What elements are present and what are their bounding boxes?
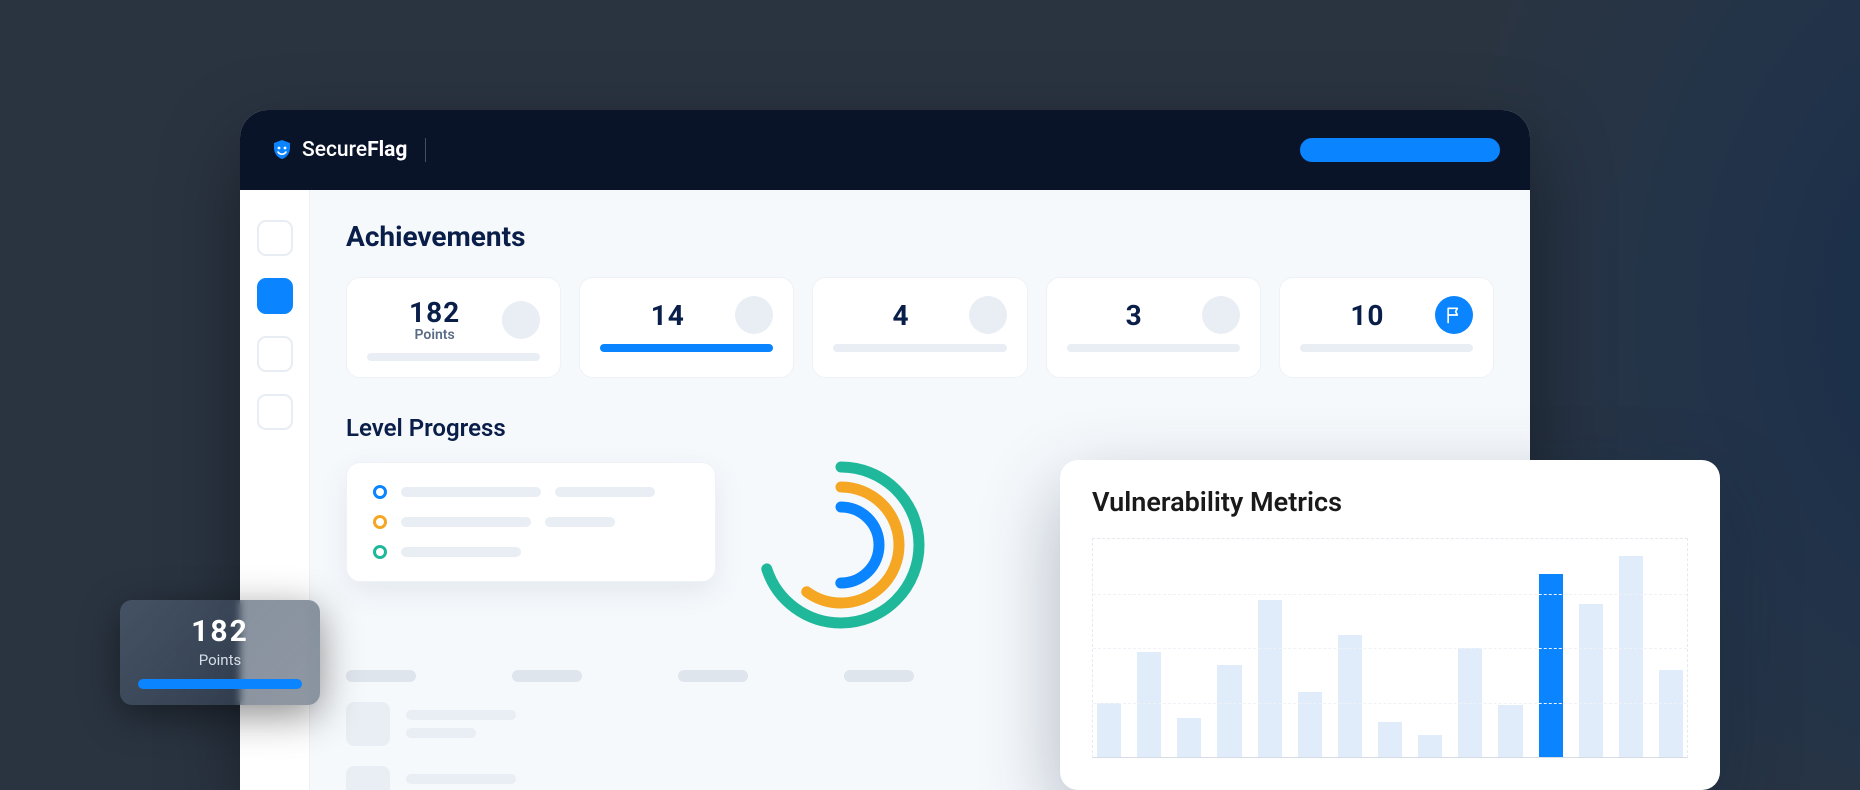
stat-icon-placeholder [1202, 296, 1240, 334]
level-progress-title: Level Progress [346, 414, 1494, 442]
stat-progress [367, 353, 540, 361]
achievements-title: Achievements [346, 220, 1494, 253]
legend-text-placeholder [401, 487, 541, 497]
legend-text-placeholder [555, 487, 655, 497]
chart-bar[interactable] [1498, 705, 1522, 757]
stat-value: 182 [367, 296, 502, 329]
table-head-cell [678, 670, 748, 682]
stat-value: 10 [1300, 299, 1435, 332]
legend-item-2 [373, 515, 689, 529]
chart-bar[interactable] [1579, 604, 1603, 757]
row-text-placeholder [406, 710, 516, 720]
legend-dot-blue [373, 485, 387, 499]
header-action-button[interactable] [1300, 138, 1500, 162]
vulnerability-title: Vulnerability Metrics [1092, 486, 1688, 518]
stat-card-4[interactable]: 3 [1046, 277, 1261, 378]
sidebar-item-4[interactable] [257, 394, 293, 430]
stat-card-points[interactable]: 182 Points [346, 277, 561, 378]
chart-bar[interactable] [1097, 703, 1121, 758]
table-head-cell [844, 670, 914, 682]
stat-value: 14 [600, 299, 735, 332]
floating-points-label: Points [138, 651, 302, 669]
chart-bar[interactable] [1137, 652, 1161, 757]
chart-gridline [1093, 594, 1687, 595]
floating-points-value: 182 [138, 614, 302, 649]
stat-card-5[interactable]: 10 [1279, 277, 1494, 378]
stat-progress [833, 344, 1006, 352]
stat-progress [600, 344, 773, 352]
header-divider [425, 138, 426, 162]
legend-dot-orange [373, 515, 387, 529]
floating-points-card: 182 Points [120, 600, 320, 705]
vulnerability-metrics-card: Vulnerability Metrics [1060, 460, 1720, 790]
shield-icon [270, 138, 294, 162]
stat-icon-placeholder [502, 301, 540, 339]
row-thumbnail [346, 766, 390, 790]
brand-suffix: Flag [367, 138, 407, 162]
row-text-placeholder [406, 728, 476, 738]
legend-text-placeholder [401, 547, 521, 557]
chart-bar[interactable] [1258, 600, 1282, 757]
stat-progress [1300, 344, 1473, 352]
chart-gridline [1093, 703, 1687, 704]
row-text-placeholder [406, 774, 516, 784]
brand-logo[interactable]: SecureFlag [270, 138, 407, 162]
chart-bar[interactable] [1298, 692, 1322, 757]
chart-bar[interactable] [1659, 670, 1683, 757]
stat-value: 3 [1067, 299, 1202, 332]
sidebar-item-3[interactable] [257, 336, 293, 372]
chart-bar[interactable] [1418, 735, 1442, 757]
flag-icon [1435, 296, 1473, 334]
stat-progress [1067, 344, 1240, 352]
radial-progress-chart [746, 450, 936, 640]
stat-icon-placeholder [735, 296, 773, 334]
brand-prefix: Secure [302, 138, 367, 162]
chart-gridline [1093, 648, 1687, 649]
brand-name: SecureFlag [302, 138, 407, 162]
legend-card [346, 462, 716, 582]
legend-text-placeholder [401, 517, 531, 527]
chart-bar[interactable] [1619, 556, 1643, 757]
chart-bar[interactable] [1177, 718, 1201, 757]
table-head-cell [346, 670, 416, 682]
legend-item-3 [373, 545, 689, 559]
stat-icon-placeholder [969, 296, 1007, 334]
chart-bar[interactable] [1378, 722, 1402, 757]
legend-item-1 [373, 485, 689, 499]
chart-bar[interactable] [1338, 635, 1362, 757]
vulnerability-bar-chart [1092, 538, 1688, 758]
legend-text-placeholder [545, 517, 615, 527]
logo-group: SecureFlag [270, 138, 426, 162]
stat-label: Points [367, 327, 502, 343]
row-thumbnail [346, 702, 390, 746]
legend-dot-teal [373, 545, 387, 559]
chart-bar[interactable] [1217, 665, 1241, 757]
stat-card-3[interactable]: 4 [812, 277, 1027, 378]
sidebar-item-1[interactable] [257, 220, 293, 256]
sidebar-item-2[interactable] [257, 278, 293, 314]
table-head-cell [512, 670, 582, 682]
stat-card-2[interactable]: 14 [579, 277, 794, 378]
chart-bar[interactable] [1539, 574, 1563, 757]
stat-cards-row: 182 Points 14 [346, 277, 1494, 378]
app-header: SecureFlag [240, 110, 1530, 190]
stat-value: 4 [833, 299, 968, 332]
floating-points-bar [138, 679, 302, 689]
